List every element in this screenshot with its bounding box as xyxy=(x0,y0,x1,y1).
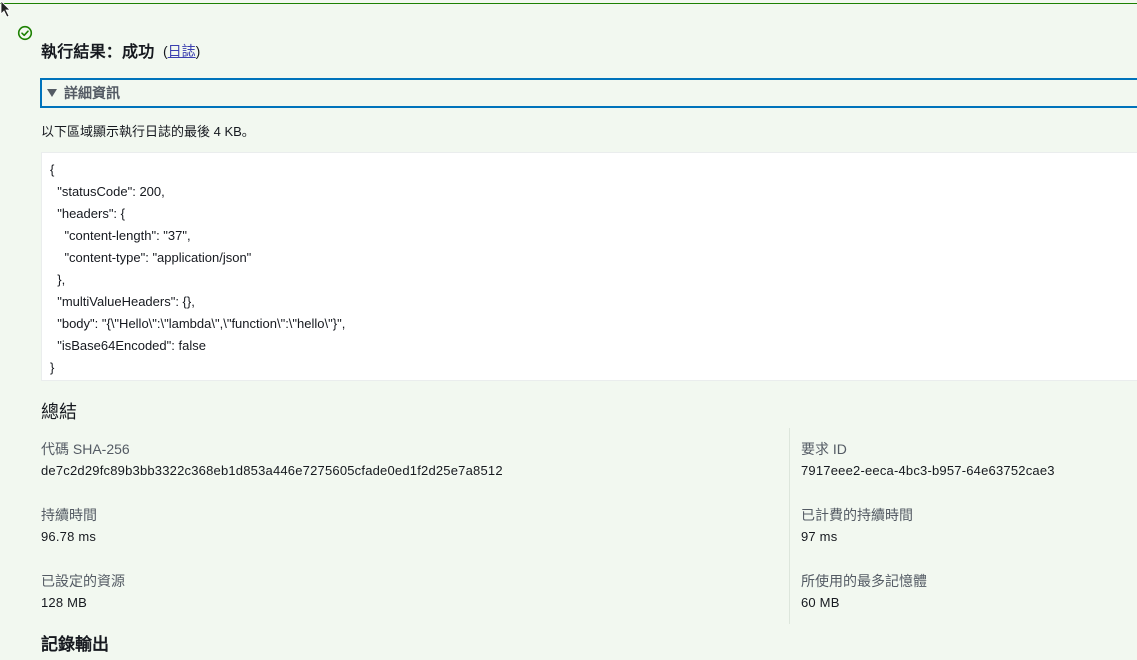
caret-down-icon xyxy=(47,89,57,97)
code-line: }, xyxy=(50,272,66,287)
log-link-group: (日誌) xyxy=(163,41,200,61)
log-info-text: 以下區域顯示執行日誌的最後 4 KB。 xyxy=(41,124,255,139)
resources-value: 128 MB xyxy=(41,595,88,610)
code-line: "headers": { xyxy=(50,206,125,221)
code-line: "statusCode": 200, xyxy=(50,184,165,199)
record-output-title: 記錄輸出 xyxy=(41,635,109,654)
max-memory-label: 所使用的最多記憶體 xyxy=(801,573,927,589)
log-link-close-paren: ) xyxy=(195,43,201,59)
mouse-cursor-icon xyxy=(0,0,10,18)
resources-label: 已設定的資源 xyxy=(41,573,125,589)
code-line: "multiValueHeaders": {}, xyxy=(50,294,195,309)
code-sha-value: de7c2d29fc89b3bb3322c368eb1d853a446e7275… xyxy=(41,463,503,478)
billed-duration-label: 已計費的持續時間 xyxy=(801,507,913,523)
duration-value: 96.78 ms xyxy=(41,529,97,544)
execution-result-title: 執行結果：成功 xyxy=(41,44,155,61)
billed-duration-value: 97 ms xyxy=(801,529,838,544)
code-line: } xyxy=(50,360,55,375)
code-line: "content-length": "37", xyxy=(50,228,191,243)
column-divider xyxy=(789,428,790,624)
code-sha-label: 代碼 SHA-256 xyxy=(41,441,130,457)
max-memory-value: 60 MB xyxy=(801,595,840,610)
check-circle-icon xyxy=(17,25,33,41)
log-link[interactable]: 日誌 xyxy=(168,43,196,59)
success-banner-border xyxy=(0,3,1137,4)
duration-label: 持續時間 xyxy=(41,507,97,523)
response-code-block: { "statusCode": 200, "headers": { "conte… xyxy=(41,152,1137,381)
code-line: "body": "{\"Hello\":\"lambda\",\"functio… xyxy=(50,316,346,331)
request-id-value: 7917eee2-eeca-4bc3-b957-64e63752cae3 xyxy=(801,463,1055,478)
code-line: "content-type": "application/json" xyxy=(50,250,252,265)
details-toggle[interactable]: 詳細資訊 xyxy=(40,78,1137,108)
request-id-label: 要求 ID xyxy=(801,441,847,457)
code-line: { xyxy=(50,162,55,177)
code-line: "isBase64Encoded": false xyxy=(50,338,206,353)
details-toggle-label: 詳細資訊 xyxy=(64,85,120,101)
summary-title: 總結 xyxy=(41,402,77,422)
